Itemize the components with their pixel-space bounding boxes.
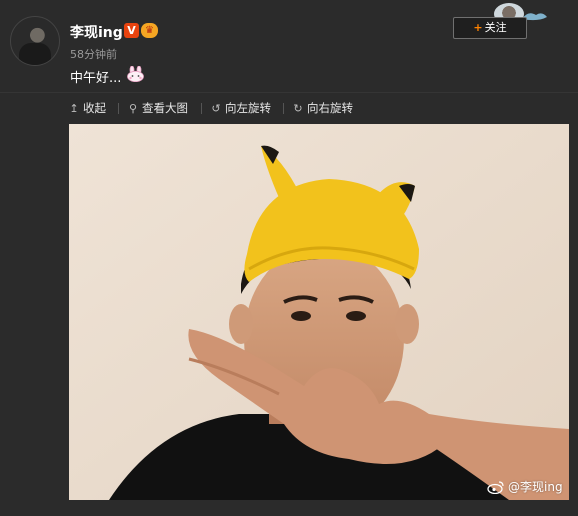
- rotate-right-button[interactable]: ↻ 向右旋转: [292, 100, 353, 116]
- toolbar-divider: [201, 103, 202, 114]
- watermark-text: @李现ing: [508, 480, 563, 494]
- post-header: 李现ing V ♛ 58分钟前 中午好... + 关注: [0, 0, 578, 92]
- view-large-button[interactable]: ⚲ 查看大图: [127, 100, 188, 116]
- image-toolbar: ↥ 收起 ⚲ 查看大图 ↺ 向左旋转 ↻ 向右旋转: [0, 92, 578, 123]
- rotate-right-label: 向右旋转: [307, 101, 353, 115]
- post-timestamp[interactable]: 58分钟前: [70, 46, 117, 62]
- post-text: 中午好...: [70, 71, 122, 86]
- rotate-right-icon: ↻: [293, 101, 303, 115]
- crown-badge-icon: ♛: [141, 23, 158, 38]
- collapse-button[interactable]: ↥ 收起: [68, 100, 106, 116]
- weibo-logo-icon: [487, 480, 504, 494]
- collapse-icon: ↥: [69, 101, 79, 115]
- toolbar-divider: [283, 103, 284, 114]
- post-photo[interactable]: [69, 124, 569, 500]
- user-avatar[interactable]: [10, 16, 60, 66]
- follow-label: 关注: [484, 21, 507, 34]
- bottom-strip: [0, 500, 578, 516]
- rotate-left-label: 向左旋转: [225, 101, 271, 115]
- selfie-illustration: [69, 124, 569, 500]
- plus-icon: +: [473, 21, 483, 34]
- username-link[interactable]: 李现ing: [70, 22, 123, 42]
- collapse-label: 收起: [83, 101, 106, 115]
- view-large-label: 查看大图: [142, 101, 188, 115]
- rotate-left-button[interactable]: ↺ 向左旋转: [210, 100, 271, 116]
- verified-badge-icon: V: [124, 23, 139, 38]
- rotate-left-icon: ↺: [211, 101, 221, 115]
- photo-watermark: @李现ing: [487, 478, 563, 495]
- search-icon: ⚲: [128, 101, 138, 115]
- bunny-emoji-icon: [127, 66, 144, 82]
- toolbar-divider: [118, 103, 119, 114]
- follow-button[interactable]: + 关注: [453, 17, 527, 39]
